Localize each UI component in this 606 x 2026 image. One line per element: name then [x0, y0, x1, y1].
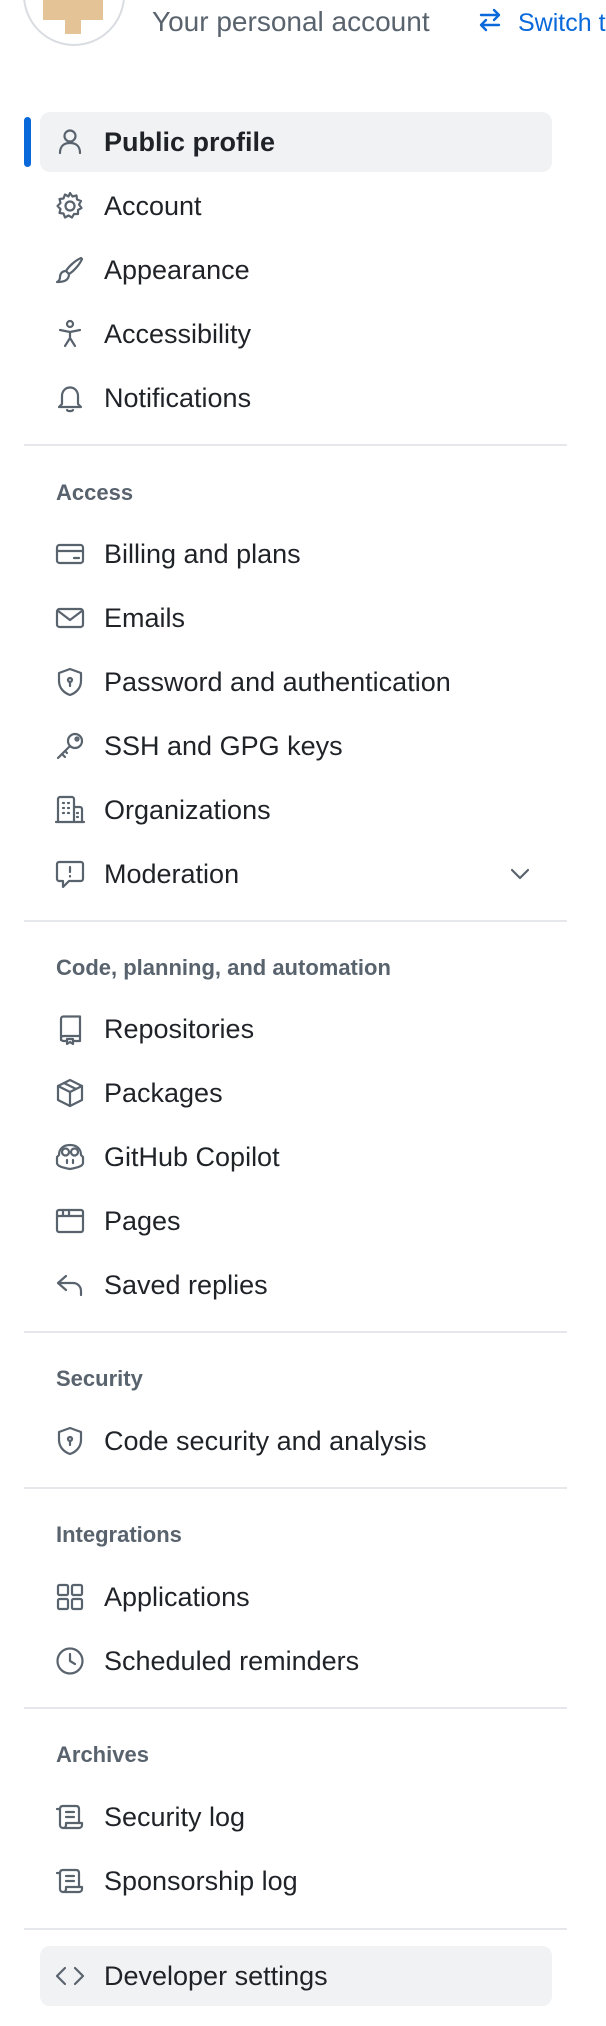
- mail-icon: [54, 602, 86, 634]
- sidebar-item-label: Sponsorship log: [104, 1866, 298, 1896]
- sidebar-item-ssh-keys[interactable]: SSH and GPG keys: [40, 716, 552, 776]
- sidebar-item-label: Scheduled reminders: [104, 1646, 360, 1676]
- sidebar-item-account[interactable]: Account: [40, 176, 552, 236]
- person-icon: [54, 126, 86, 158]
- sidebar-item-label: Password and authentication: [104, 667, 451, 697]
- section-title-integrations: Integrations: [56, 1522, 182, 1547]
- shield-lock-icon: [54, 666, 86, 698]
- sidebar-item-label: Code security and analysis: [104, 1426, 427, 1456]
- package-icon: [54, 1077, 86, 1109]
- organization-icon: [54, 794, 86, 826]
- sidebar-item-label: Saved replies: [104, 1270, 268, 1300]
- sidebar-item-label: Moderation: [104, 859, 240, 889]
- accessibility-icon: [54, 318, 86, 350]
- sidebar-item-label: GitHub Copilot: [104, 1142, 280, 1172]
- repo-icon: [54, 1013, 86, 1045]
- sidebar-item-label: Security log: [104, 1802, 246, 1832]
- divider: [24, 1928, 567, 1930]
- sidebar-item-label: Packages: [104, 1078, 223, 1108]
- chevron-down-icon[interactable]: [504, 858, 536, 890]
- switch-account-link[interactable]: Switch t: [518, 9, 606, 38]
- sidebar-item-notifications[interactable]: Notifications: [40, 368, 552, 428]
- gear-icon: [54, 190, 86, 222]
- reply-icon: [54, 1269, 86, 1301]
- sidebar-item-applications[interactable]: Applications: [40, 1567, 552, 1627]
- section-title-access: Access: [56, 480, 134, 505]
- arrow-switch-icon[interactable]: [474, 4, 506, 36]
- divider: [24, 444, 567, 446]
- sidebar-item-label: Billing and plans: [104, 539, 301, 569]
- bell-icon: [54, 382, 86, 414]
- browser-icon: [54, 1205, 86, 1237]
- sidebar-item-label: Notifications: [104, 383, 252, 413]
- log-icon: [54, 1865, 86, 1897]
- sidebar-item-sponsorship-log[interactable]: Sponsorship log: [40, 1851, 552, 1911]
- sidebar-item-emails[interactable]: Emails: [40, 588, 552, 648]
- key-icon: [54, 730, 86, 762]
- divider: [24, 1707, 567, 1709]
- sidebar-item-label: Appearance: [104, 255, 250, 285]
- sidebar-item-accessibility[interactable]: Accessibility: [40, 304, 552, 364]
- sidebar-item-developer-settings[interactable]: Developer settings: [40, 1946, 552, 2006]
- sidebar-item-label: Accessibility: [104, 319, 252, 349]
- active-indicator: [24, 117, 31, 167]
- clock-icon: [54, 1645, 86, 1677]
- sidebar-item-public-profile[interactable]: Public profile: [40, 112, 552, 172]
- divider: [24, 1331, 567, 1333]
- paintbrush-icon: [54, 254, 86, 286]
- sidebar-item-label: Account: [104, 191, 202, 221]
- sidebar-item-saved-replies[interactable]: Saved replies: [40, 1255, 552, 1315]
- account-header: Your personal account Switch t: [0, 0, 606, 60]
- sidebar-item-label: Applications: [104, 1582, 250, 1612]
- avatar[interactable]: [23, 0, 125, 46]
- sidebar-item-moderation[interactable]: Moderation: [40, 844, 552, 904]
- credit-card-icon: [54, 538, 86, 570]
- sidebar-item-appearance[interactable]: Appearance: [40, 240, 552, 300]
- section-title-archives: Archives: [56, 1742, 149, 1767]
- sidebar-item-copilot[interactable]: GitHub Copilot: [40, 1127, 552, 1187]
- section-title-security: Security: [56, 1366, 143, 1391]
- sidebar-item-scheduled-reminders[interactable]: Scheduled reminders: [40, 1631, 552, 1691]
- sidebar-item-label: Public profile: [104, 127, 276, 157]
- section-title-code: Code, planning, and automation: [56, 955, 391, 980]
- sidebar-item-code-security[interactable]: Code security and analysis: [40, 1411, 552, 1471]
- apps-icon: [54, 1581, 86, 1613]
- sidebar-item-repositories[interactable]: Repositories: [40, 999, 552, 1059]
- sidebar-item-label: Organizations: [104, 795, 271, 825]
- sidebar-item-organizations[interactable]: Organizations: [40, 780, 552, 840]
- sidebar-item-label: SSH and GPG keys: [104, 731, 343, 761]
- sidebar-item-label: Repositories: [104, 1014, 255, 1044]
- code-icon: [54, 1960, 86, 1992]
- sidebar-item-label: Developer settings: [104, 1961, 328, 1991]
- sidebar-item-billing[interactable]: Billing and plans: [40, 524, 552, 584]
- sidebar-item-security-log[interactable]: Security log: [40, 1787, 552, 1847]
- sidebar-item-packages[interactable]: Packages: [40, 1063, 552, 1123]
- sidebar-item-password[interactable]: Password and authentication: [40, 652, 552, 712]
- sidebar-item-pages[interactable]: Pages: [40, 1191, 552, 1251]
- copilot-icon: [54, 1141, 86, 1173]
- shield-lock-icon: [54, 1425, 86, 1457]
- log-icon: [54, 1801, 86, 1833]
- divider: [24, 920, 567, 922]
- report-icon: [54, 858, 86, 890]
- divider: [24, 1487, 567, 1489]
- header-title: Your personal account: [152, 6, 430, 37]
- sidebar-item-label: Emails: [104, 603, 186, 633]
- sidebar-item-label: Pages: [104, 1206, 181, 1236]
